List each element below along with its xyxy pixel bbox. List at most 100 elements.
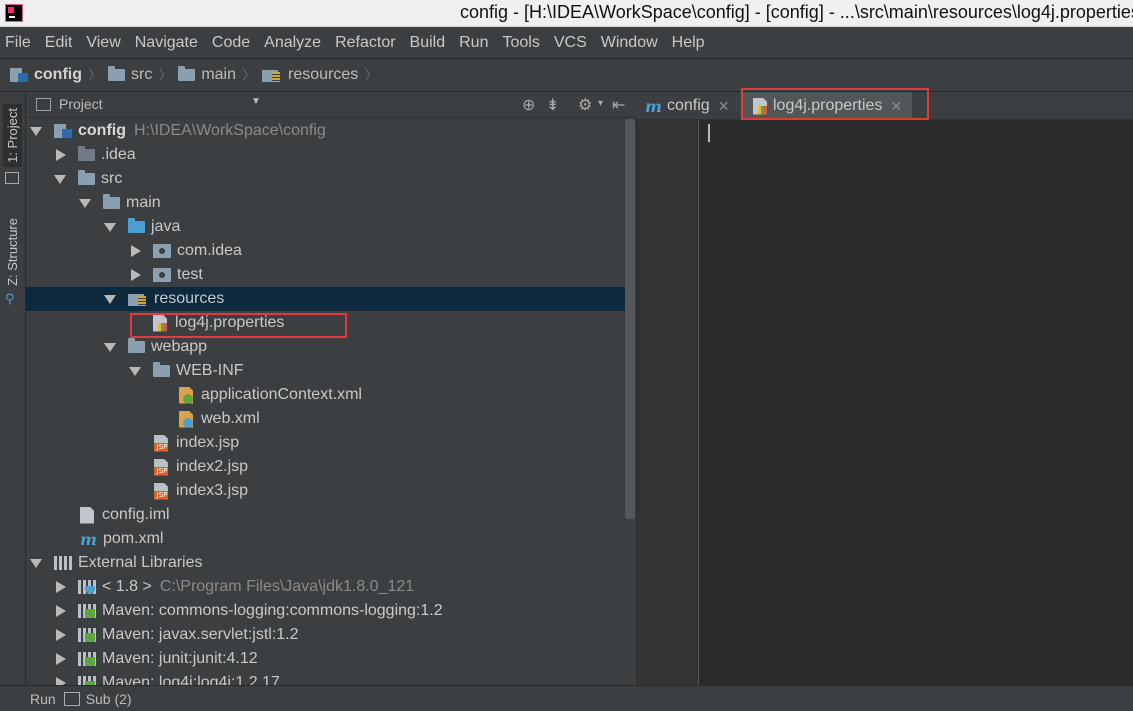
breadcrumb-src[interactable]: src 〉 [108, 65, 172, 85]
menu-bar: File Edit View Navigate Code Analyze Ref… [0, 28, 1133, 58]
collapsed-arrow-icon[interactable] [56, 629, 66, 641]
expanded-arrow-icon[interactable] [30, 126, 42, 136]
collapse-all-icon[interactable]: ⇟ [546, 95, 559, 115]
folder-icon [178, 66, 196, 81]
menu-analyze[interactable]: Analyze [264, 34, 321, 52]
run-label[interactable]: Run [30, 691, 56, 707]
tree-item-log4j-properties[interactable]: log4j.properties [26, 311, 626, 335]
menu-vcs[interactable]: VCS [554, 34, 587, 52]
module-folder-icon [10, 68, 28, 82]
chevron-right-icon: 〉 [242, 67, 257, 83]
collapsed-arrow-icon[interactable] [56, 581, 66, 593]
menu-code[interactable]: Code [212, 34, 250, 52]
close-icon[interactable]: ✕ [718, 98, 730, 115]
package-icon [153, 268, 171, 282]
tree-item-index-jsp[interactable]: index.jsp [26, 431, 626, 455]
tree-item-config-iml[interactable]: config.iml [26, 503, 626, 527]
tree-item-resources[interactable]: resources [26, 287, 626, 311]
expanded-arrow-icon[interactable] [104, 294, 116, 304]
collapsed-arrow-icon[interactable] [131, 269, 141, 281]
gear-icon[interactable]: ⚙ [578, 95, 592, 115]
tree-item-config[interactable]: config H:\IDEA\WorkSpace\config [26, 119, 626, 143]
collapsed-arrow-icon[interactable] [56, 677, 66, 685]
source-folder-icon [128, 218, 145, 233]
project-scrollbar[interactable] [625, 119, 635, 519]
tree-item-index3-jsp[interactable]: index3.jsp [26, 479, 626, 503]
jdk-icon [78, 580, 96, 594]
menu-view[interactable]: View [86, 34, 120, 52]
chevron-right-icon: 〉 [364, 67, 379, 83]
menu-build[interactable]: Build [410, 34, 446, 52]
sub-label[interactable]: Sub (2) [86, 691, 132, 707]
collapsed-arrow-icon[interactable] [56, 149, 66, 161]
expanded-arrow-icon[interactable] [129, 366, 141, 376]
tree-item-com-idea[interactable]: com.idea [26, 239, 626, 263]
tab-structure[interactable]: Z: Structure [3, 214, 22, 290]
menu-edit[interactable]: Edit [45, 34, 73, 52]
breadcrumb: config 〉 src 〉 main 〉 resources 〉 [0, 58, 1133, 92]
expanded-arrow-icon[interactable] [104, 342, 116, 352]
tree-item-maven-jstl[interactable]: Maven: javax.servlet:jstl:1.2 [26, 623, 626, 647]
chevron-right-icon: 〉 [158, 67, 173, 83]
locate-icon[interactable]: ⊕ [522, 95, 535, 115]
menu-navigate[interactable]: Navigate [135, 34, 198, 52]
ide-window: config - [H:\IDEA\WorkSpace\config] - [c… [0, 0, 1133, 711]
tree-item-jdk[interactable]: < 1.8 > C:\Program Files\Java\jdk1.8.0_12… [26, 575, 626, 599]
tree-item-maven-commons-logging[interactable]: Maven: commons-logging:commons-logging:1… [26, 599, 626, 623]
tree-item-idea[interactable]: .idea [26, 143, 626, 167]
project-view-icon [36, 98, 51, 111]
collapsed-arrow-icon[interactable] [131, 245, 141, 257]
folder-icon [78, 170, 95, 185]
collapsed-arrow-icon[interactable] [56, 653, 66, 665]
maven-icon: m [645, 96, 662, 116]
menu-file[interactable]: File [5, 34, 31, 52]
close-icon[interactable]: ✕ [890, 98, 902, 115]
folder-icon [108, 66, 125, 81]
editor-area: m config ✕ log4j.properties ✕ [637, 88, 1133, 685]
tree-item-application-context[interactable]: applicationContext.xml [26, 383, 626, 407]
properties-file-icon [153, 314, 167, 332]
expanded-arrow-icon[interactable] [79, 198, 91, 208]
maven-library-icon [78, 628, 96, 642]
tab-project[interactable]: 1: Project [3, 104, 22, 167]
tab-log4j-properties[interactable]: log4j.properties ✕ [743, 92, 913, 120]
maven-icon: m [80, 529, 97, 549]
chevron-down-icon[interactable]: ▼ [251, 96, 261, 107]
maven-library-icon [78, 652, 96, 666]
project-view-label[interactable]: Project [59, 96, 103, 112]
tree-item-test[interactable]: test [26, 263, 626, 287]
expanded-arrow-icon[interactable] [54, 174, 66, 184]
chevron-right-icon: 〉 [88, 67, 102, 83]
project-panel: Project ▼ ⊕ ⇟ ⚙ ▾ ⇤ config H:\IDEA\WorkSp… [26, 92, 637, 685]
iml-file-icon [80, 506, 94, 524]
editor-gutter [637, 120, 699, 685]
tree-item-web-inf[interactable]: WEB-INF [26, 359, 626, 383]
tree-item-maven-junit[interactable]: Maven: junit:junit:4.12 [26, 647, 626, 671]
menu-window[interactable]: Window [601, 34, 658, 52]
menu-refactor[interactable]: Refactor [335, 34, 395, 52]
expanded-arrow-icon[interactable] [104, 222, 116, 232]
folder-icon [78, 146, 95, 161]
tree-item-web-xml[interactable]: web.xml [26, 407, 626, 431]
tree-item-maven-log4j[interactable]: Maven: log4j:log4j:1.2.17 [26, 671, 626, 685]
tree-item-pom-xml[interactable]: m pom.xml [26, 527, 626, 551]
tree-item-main[interactable]: main [26, 191, 626, 215]
console-icon [63, 691, 80, 706]
tree-item-external-libraries[interactable]: External Libraries [26, 551, 626, 575]
collapsed-arrow-icon[interactable] [56, 605, 66, 617]
gear-dropdown-icon[interactable]: ▾ [598, 98, 603, 109]
tree-item-webapp[interactable]: webapp [26, 335, 626, 359]
breadcrumb-resources[interactable]: resources 〉 [262, 65, 378, 85]
tree-item-src[interactable]: src [26, 167, 626, 191]
breadcrumb-main[interactable]: main 〉 [178, 65, 256, 85]
hide-panel-icon[interactable]: ⇤ [612, 95, 625, 115]
menu-run[interactable]: Run [459, 34, 488, 52]
tree-item-java[interactable]: java [26, 215, 626, 239]
expanded-arrow-icon[interactable] [30, 558, 42, 568]
tree-item-index2-jsp[interactable]: index2.jsp [26, 455, 626, 479]
breadcrumb-config[interactable]: config 〉 [10, 65, 102, 85]
menu-help[interactable]: Help [672, 34, 705, 52]
tab-config[interactable]: m config ✕ [645, 92, 729, 120]
menu-tools[interactable]: Tools [502, 34, 539, 52]
project-icon [5, 172, 19, 184]
